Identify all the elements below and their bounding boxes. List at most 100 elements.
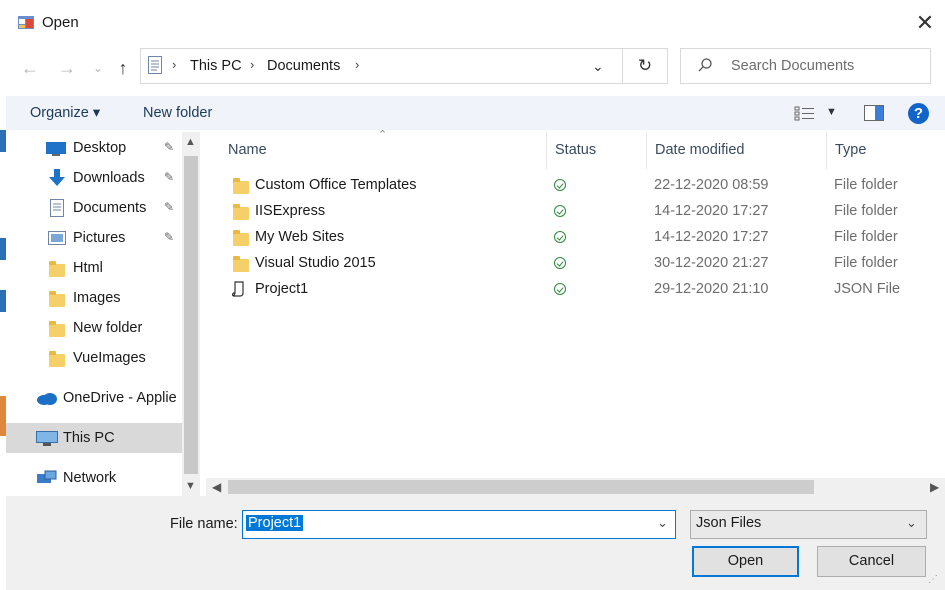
- forward-button[interactable]: →: [55, 56, 79, 80]
- breadcrumb-separator-icon[interactable]: ›: [355, 57, 359, 72]
- breadcrumb-documents[interactable]: Documents: [267, 58, 340, 74]
- nav-item-pictures[interactable]: Pictures ✎: [6, 223, 182, 253]
- nav-item-html[interactable]: Html: [6, 253, 182, 283]
- nav-item-downloads[interactable]: Downloads ✎: [6, 163, 182, 193]
- pin-icon[interactable]: ✎: [164, 200, 174, 214]
- resize-grip-icon[interactable]: ⋰: [928, 574, 942, 588]
- file-date: 14-12-2020 17:27: [654, 203, 769, 219]
- column-header-name[interactable]: Name: [228, 142, 267, 158]
- sync-status-icon: [554, 231, 566, 243]
- breadcrumb-this-pc[interactable]: This PC: [190, 58, 242, 74]
- nav-item-label: OneDrive - Applie: [63, 390, 177, 406]
- pictures-icon: [48, 231, 66, 245]
- onedrive-icon: [37, 393, 57, 405]
- file-name: Visual Studio 2015: [255, 255, 376, 271]
- file-date: 14-12-2020 17:27: [654, 229, 769, 245]
- nav-item-label: This PC: [63, 430, 115, 446]
- refresh-button[interactable]: ↻: [622, 48, 668, 84]
- recent-locations-chevron-icon[interactable]: ⌄: [86, 56, 110, 80]
- nav-item-desktop[interactable]: Desktop ✎: [6, 133, 182, 163]
- folder-icon: [49, 291, 65, 307]
- nav-item-network[interactable]: Network: [6, 463, 182, 493]
- sync-status-icon: [554, 179, 566, 191]
- title-bar: [6, 0, 945, 44]
- organize-menu[interactable]: Organize ▾: [30, 105, 100, 121]
- breadcrumb-separator-icon: ›: [172, 57, 177, 72]
- nav-item-label: Html: [73, 260, 103, 276]
- table-row[interactable]: Custom Office Templates 22-12-2020 08:59…: [206, 173, 945, 199]
- nav-item-vueimages[interactable]: VueImages: [6, 343, 182, 373]
- column-divider[interactable]: [826, 133, 827, 169]
- nav-item-label: Pictures: [73, 230, 126, 246]
- scroll-left-chevron-icon[interactable]: ◀: [212, 480, 221, 494]
- view-options-chevron-icon[interactable]: ▼: [826, 106, 837, 118]
- column-divider[interactable]: [646, 133, 647, 169]
- up-button[interactable]: ↑: [111, 56, 135, 80]
- table-row[interactable]: Project1 29-12-2020 21:10 JSON File: [206, 277, 945, 303]
- file-type: File folder: [834, 177, 898, 193]
- breadcrumb-separator-icon: ›: [250, 57, 255, 72]
- folder-icon: [233, 230, 249, 246]
- file-type-chevron-icon[interactable]: ⌄: [906, 515, 917, 531]
- folder-icon: [233, 178, 249, 194]
- file-name-dropdown-chevron-icon[interactable]: ⌄: [657, 515, 668, 531]
- sync-status-icon: [554, 283, 566, 295]
- nav-pane-scroll-thumb[interactable]: [184, 156, 198, 474]
- scroll-right-chevron-icon[interactable]: ▶: [930, 480, 939, 494]
- nav-item-label: Desktop: [73, 140, 127, 156]
- nav-item-this-pc[interactable]: This PC: [6, 423, 182, 453]
- desktop-icon: [46, 142, 66, 156]
- folder-icon: [49, 261, 65, 277]
- file-date: 30-12-2020 21:27: [654, 255, 769, 271]
- change-view-icon[interactable]: [794, 105, 816, 121]
- search-placeholder: Search Documents: [731, 58, 855, 74]
- file-name: Custom Office Templates: [255, 177, 417, 193]
- documents-icon: [50, 199, 64, 217]
- file-name-value[interactable]: Project1: [246, 515, 304, 531]
- nav-item-label: Network: [63, 470, 117, 486]
- sort-ascending-icon: ⌃: [378, 129, 388, 141]
- nav-item-label: New folder: [73, 320, 143, 336]
- preview-pane-icon[interactable]: [864, 105, 884, 121]
- open-button[interactable]: Open: [692, 546, 799, 577]
- nav-item-onedrive[interactable]: OneDrive - Applie: [6, 383, 182, 413]
- file-type: File folder: [834, 229, 898, 245]
- column-header-date-modified[interactable]: Date modified: [655, 142, 744, 158]
- file-date: 22-12-2020 08:59: [654, 177, 769, 193]
- file-name-label: File name:: [170, 516, 238, 532]
- pin-icon[interactable]: ✎: [164, 170, 174, 184]
- nav-item-new-folder[interactable]: New folder: [6, 313, 182, 343]
- pin-icon[interactable]: ✎: [164, 230, 174, 244]
- file-date: 29-12-2020 21:10: [654, 281, 769, 297]
- network-icon: [37, 470, 57, 483]
- column-divider[interactable]: [546, 133, 547, 169]
- column-header-status[interactable]: Status: [555, 142, 596, 158]
- column-header-type[interactable]: Type: [835, 142, 866, 158]
- nav-item-label: Images: [73, 290, 121, 306]
- scroll-down-chevron-icon[interactable]: ▼: [185, 480, 196, 492]
- new-folder-button[interactable]: New folder: [143, 105, 212, 121]
- file-name-input[interactable]: [242, 510, 676, 539]
- table-row[interactable]: Visual Studio 2015 30-12-2020 21:27 File…: [206, 251, 945, 277]
- file-type-value: Json Files: [696, 515, 762, 531]
- search-icon: [698, 58, 712, 72]
- horizontal-scroll-thumb[interactable]: [228, 480, 814, 494]
- folder-icon: [233, 204, 249, 220]
- close-icon[interactable]: ✕: [912, 10, 938, 36]
- address-dropdown-chevron-icon[interactable]: ⌄: [592, 58, 604, 75]
- file-type: File folder: [834, 255, 898, 271]
- folder-icon: [49, 321, 65, 337]
- this-pc-icon: [36, 431, 58, 446]
- pin-icon[interactable]: ✎: [164, 140, 174, 154]
- table-row[interactable]: My Web Sites 14-12-2020 17:27 File folde…: [206, 225, 945, 251]
- cancel-button[interactable]: Cancel: [817, 546, 926, 577]
- nav-item-documents[interactable]: Documents ✎: [6, 193, 182, 223]
- sync-status-icon: [554, 205, 566, 217]
- table-row[interactable]: IISExpress 14-12-2020 17:27 File folder: [206, 199, 945, 225]
- file-type: File folder: [834, 203, 898, 219]
- scroll-up-chevron-icon[interactable]: ▲: [185, 136, 196, 148]
- help-icon[interactable]: ?: [908, 103, 929, 124]
- nav-item-label: VueImages: [73, 350, 146, 366]
- nav-item-images[interactable]: Images: [6, 283, 182, 313]
- back-button[interactable]: ←: [18, 56, 42, 80]
